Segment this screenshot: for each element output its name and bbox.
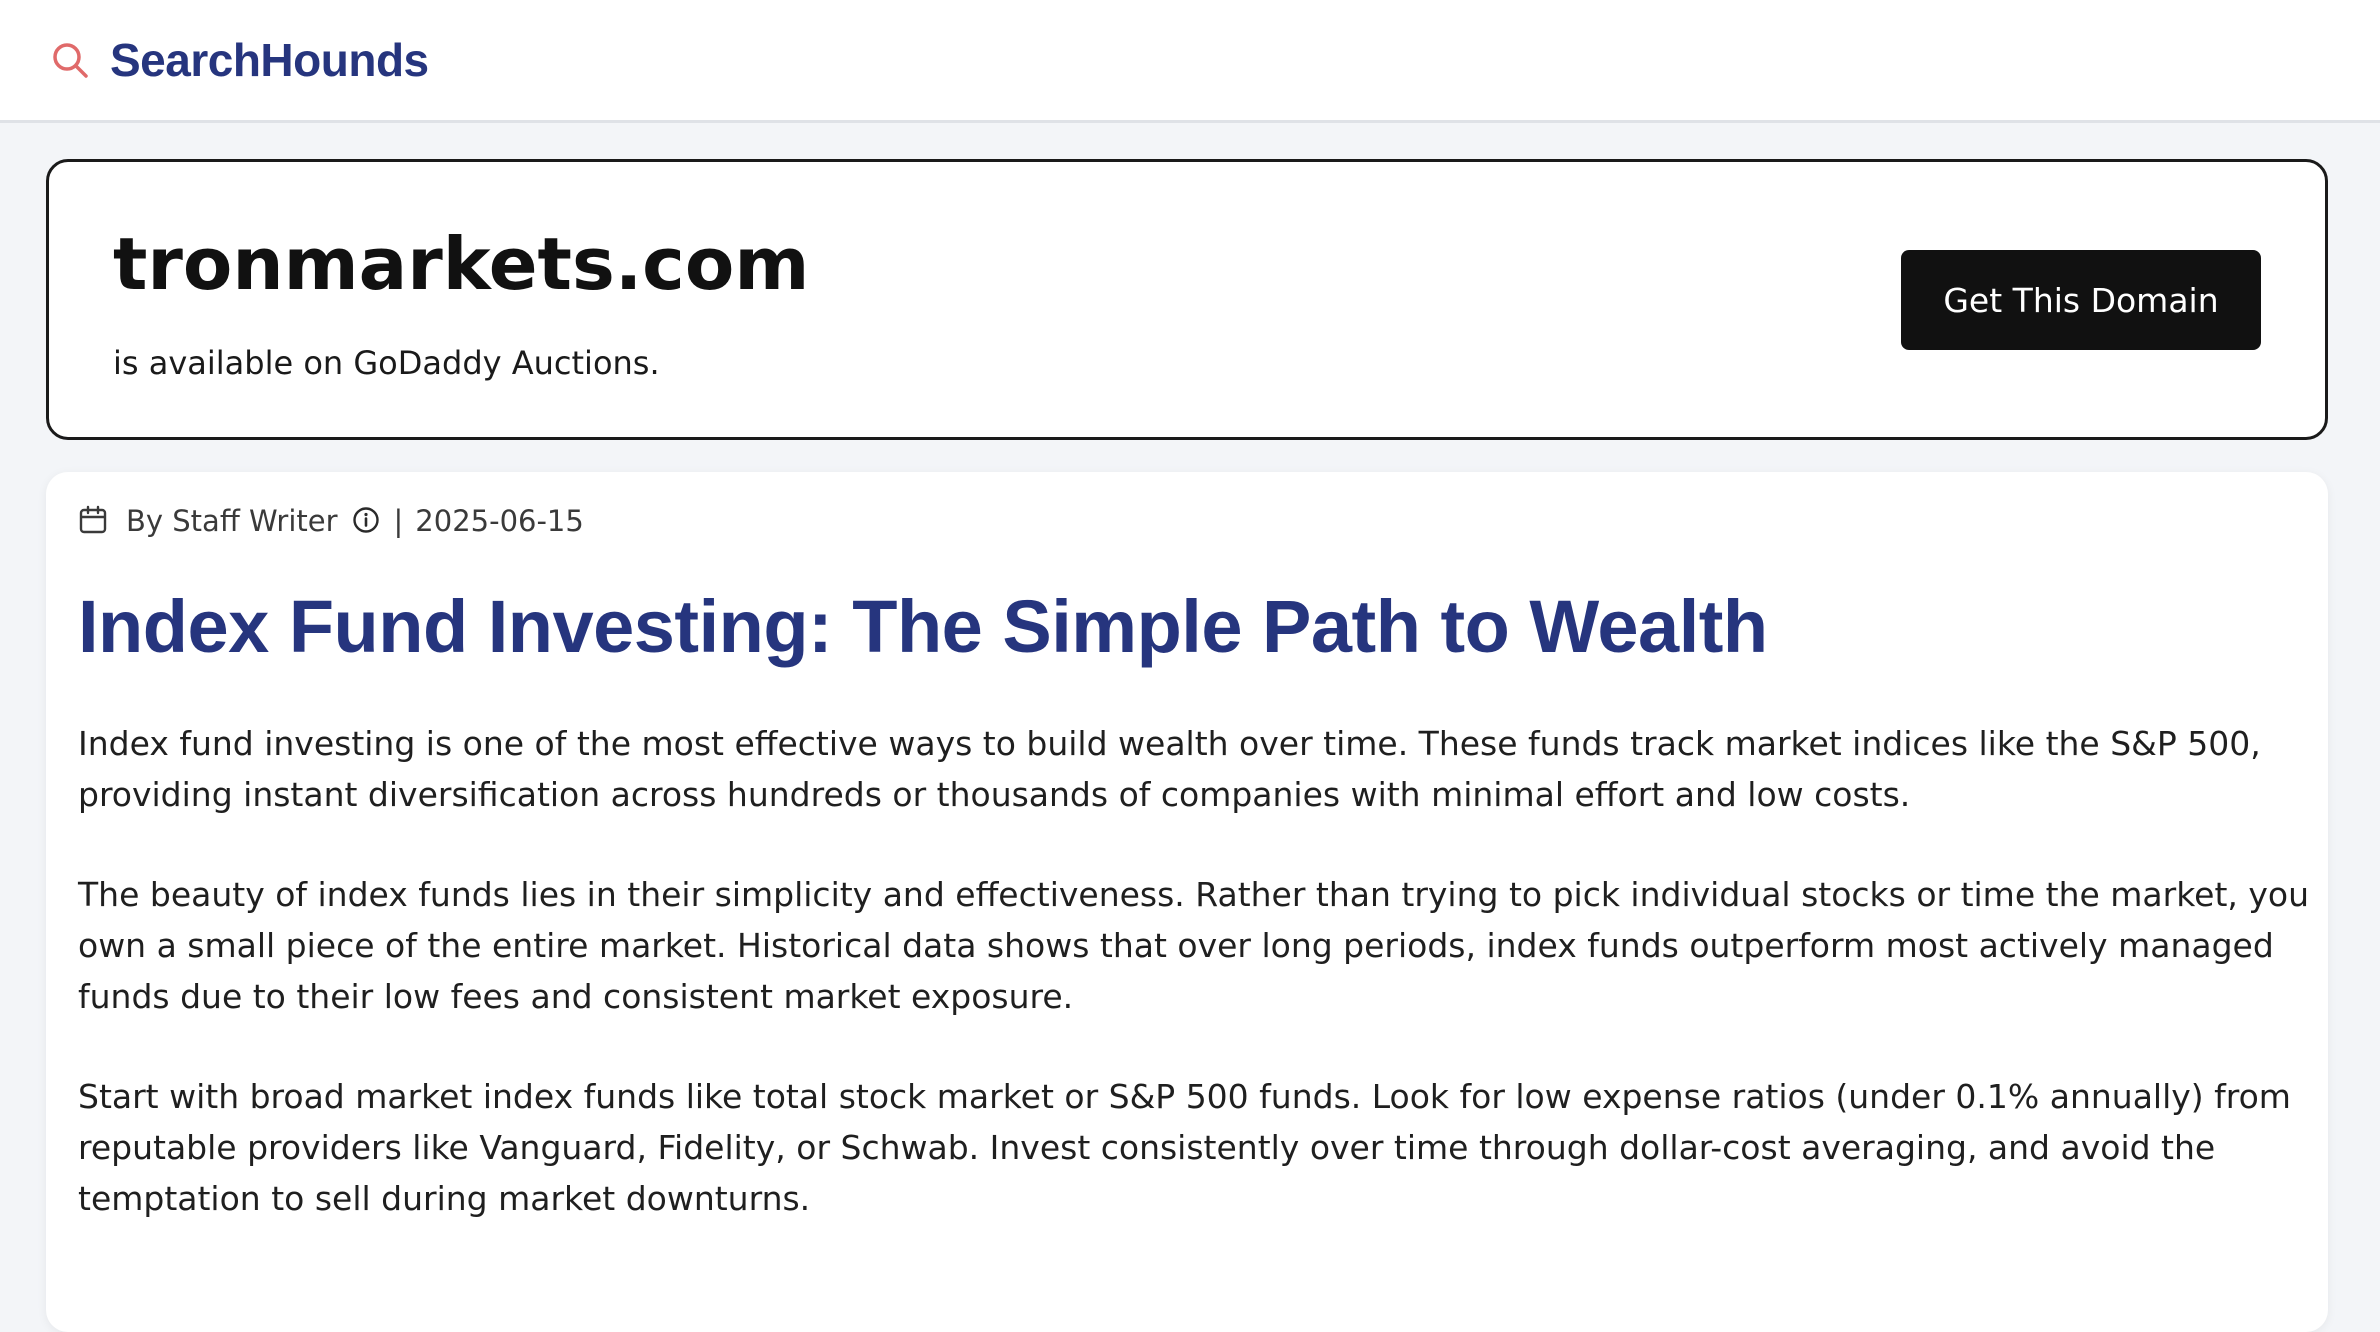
article-card: By Staff Writer | 2025-06-15 Index Fund … <box>46 472 2328 1332</box>
article-date: 2025-06-15 <box>415 504 584 538</box>
domain-availability-text: is available on GoDaddy Auctions. <box>113 344 660 382</box>
meta-separator: | <box>393 504 404 538</box>
article-title: Index Fund Investing: The Simple Path to… <box>78 585 1768 668</box>
brand-logo-text[interactable]: SearchHounds <box>110 33 429 87</box>
calendar-icon <box>78 505 110 537</box>
article-author: By Staff Writer <box>126 504 338 538</box>
article-paragraph: The beauty of index funds lies in their … <box>78 875 2309 1016</box>
top-nav-bar: SearchHounds <box>0 0 2380 123</box>
article-meta: By Staff Writer | 2025-06-15 <box>78 504 584 538</box>
article-paragraph: Start with broad market index funds like… <box>78 1077 2291 1218</box>
article-paragraph: Index fund investing is one of the most … <box>78 724 2261 814</box>
domain-name: tronmarkets.com <box>113 222 810 306</box>
info-icon[interactable] <box>352 506 382 536</box>
get-this-domain-button[interactable]: Get This Domain <box>1901 250 2261 350</box>
domain-sale-banner: tronmarkets.com is available on GoDaddy … <box>46 159 2328 440</box>
article-body: Index fund investing is one of the most … <box>78 718 2318 1273</box>
search-icon[interactable] <box>48 38 92 82</box>
